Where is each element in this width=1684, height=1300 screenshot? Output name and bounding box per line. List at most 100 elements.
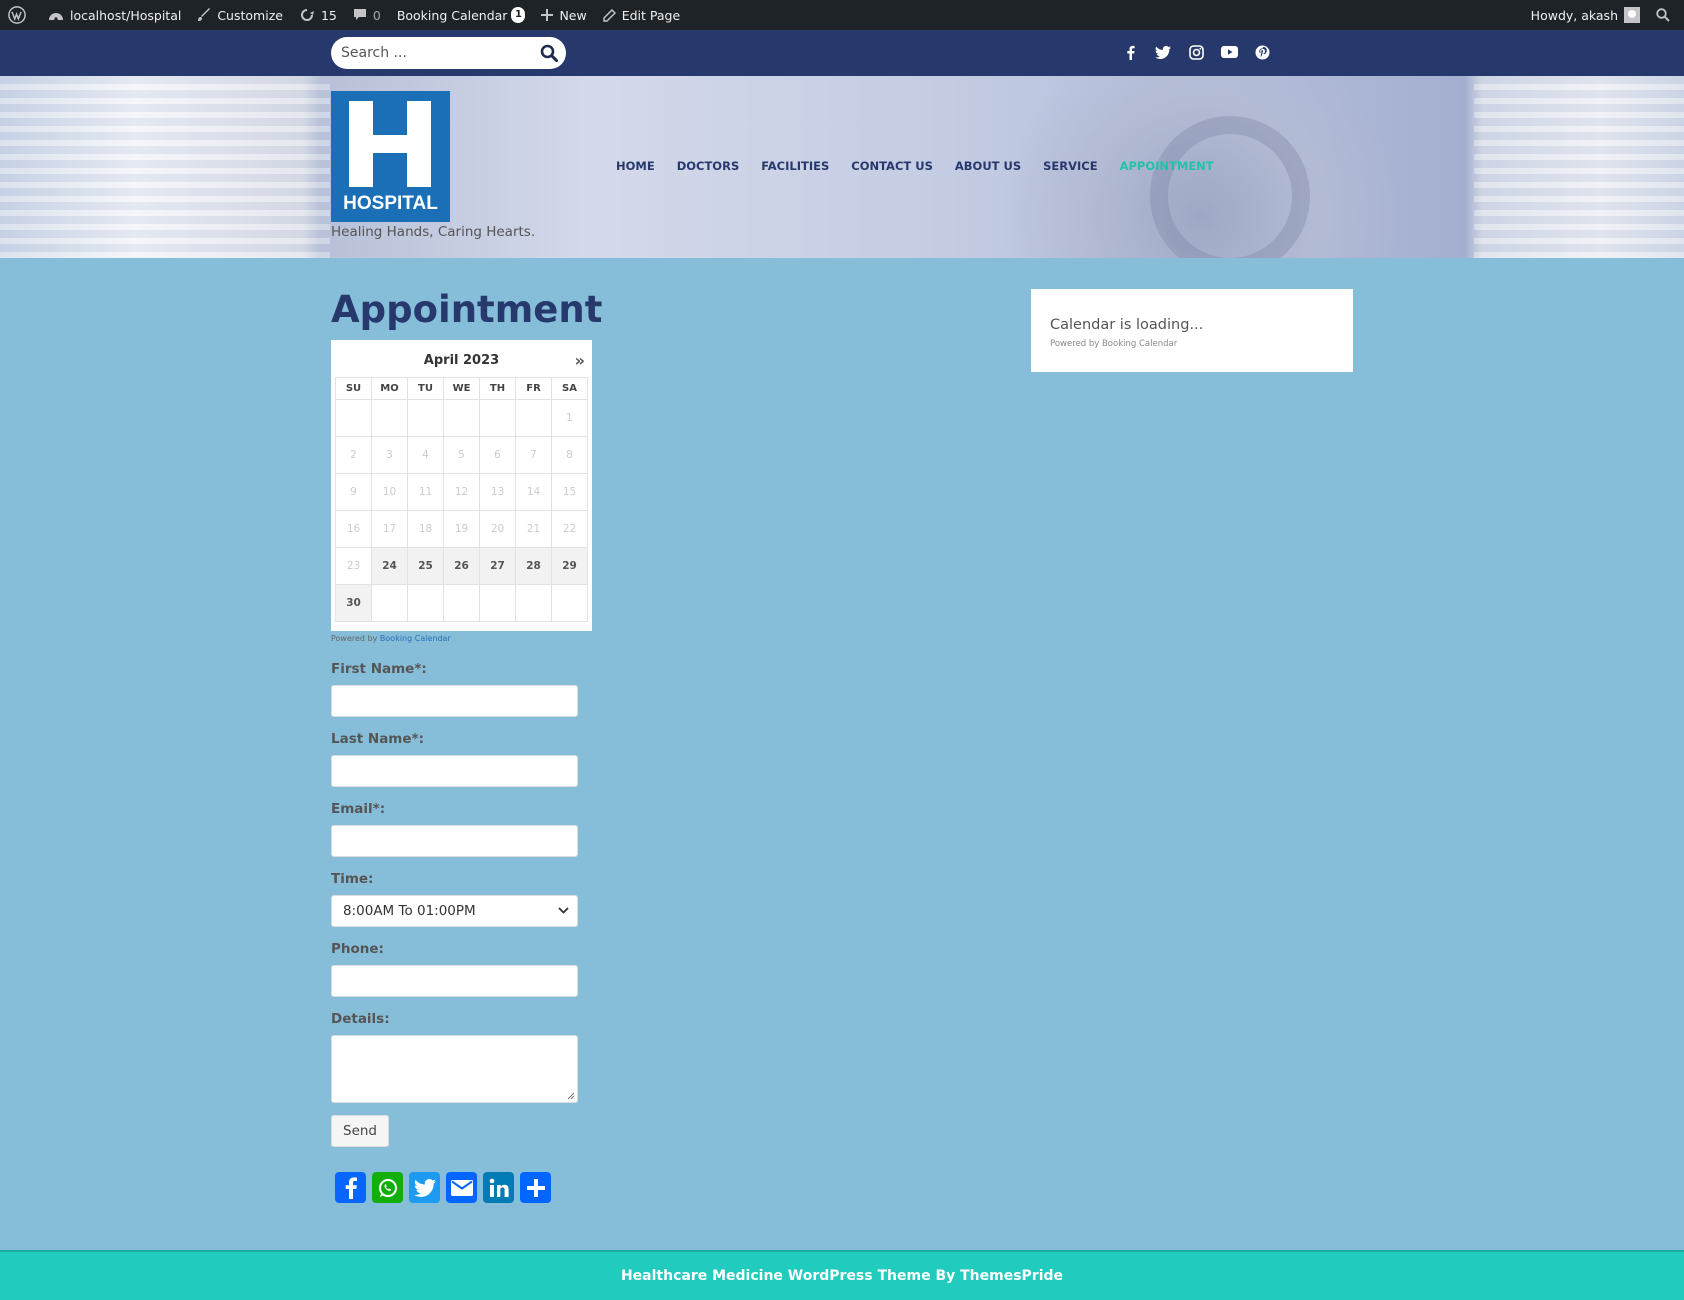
nav-contact-us[interactable]: CONTACT US xyxy=(851,159,933,173)
top-bar xyxy=(0,30,1684,76)
weekday-sa: SA xyxy=(552,378,588,400)
edit-page-label: Edit Page xyxy=(621,7,681,23)
calendar-day-30[interactable]: 30 xyxy=(336,585,372,622)
email-field[interactable] xyxy=(331,825,578,857)
site-footer: Healthcare Medicine WordPress Theme By T… xyxy=(0,1250,1684,1300)
instagram-icon[interactable] xyxy=(1186,42,1206,62)
calendar-day-26[interactable]: 26 xyxy=(444,548,480,585)
calendar-empty-cell xyxy=(516,400,552,437)
site-name-link[interactable]: localhost/Hospital xyxy=(40,0,189,30)
time-select-value: 8:00AM To 01:00PM xyxy=(343,903,476,919)
search-button[interactable] xyxy=(538,42,560,64)
calendar-day-18: 18 xyxy=(408,511,444,548)
site-logo[interactable]: HOSPITAL xyxy=(331,91,450,222)
nav-doctors[interactable]: DOCTORS xyxy=(677,159,740,173)
weekday-fr: FR xyxy=(516,378,552,400)
linkedin-share-icon[interactable] xyxy=(483,1172,514,1203)
calendar-day-25[interactable]: 25 xyxy=(408,548,444,585)
facebook-icon[interactable] xyxy=(1120,42,1140,62)
calendar-empty-cell xyxy=(372,585,408,622)
nav-home[interactable]: HOME xyxy=(616,159,655,173)
facebook-share-icon[interactable] xyxy=(335,1172,366,1203)
twitter-share-icon[interactable] xyxy=(409,1172,440,1203)
brush-icon xyxy=(198,8,211,21)
calendar-day-15: 15 xyxy=(552,474,588,511)
sidebar-powered-by: Powered by Booking Calendar xyxy=(1050,339,1178,349)
footer-credit[interactable]: Healthcare Medicine WordPress Theme By T… xyxy=(621,1268,1063,1284)
details-label: Details: xyxy=(331,1011,390,1027)
details-textarea[interactable] xyxy=(331,1035,578,1103)
calendar-day-28[interactable]: 28 xyxy=(516,548,552,585)
calendar-empty-cell xyxy=(408,585,444,622)
nav-service[interactable]: SERVICE xyxy=(1043,159,1097,173)
last-name-field[interactable] xyxy=(331,755,578,787)
calendar-empty-cell xyxy=(336,400,372,437)
weekday-th: TH xyxy=(480,378,516,400)
wordpress-icon xyxy=(8,6,26,24)
new-content-link[interactable]: New xyxy=(533,0,594,30)
share-buttons xyxy=(335,1172,551,1203)
booking-form: First Name*: Last Name*: Email*: Time: 8… xyxy=(331,660,578,1147)
calendar-day-27[interactable]: 27 xyxy=(480,548,516,585)
calendar-grid: SU MO TU WE TH FR SA 1 2 3 4 5 6 7 8 9 10 11 12 13 14 15 16 17 1… xyxy=(335,377,589,622)
site-tagline: Healing Hands, Caring Hearts. xyxy=(331,224,536,240)
calendar-empty-cell xyxy=(480,585,516,622)
nav-about-us[interactable]: ABOUT US xyxy=(955,159,1021,173)
share-more-icon[interactable] xyxy=(520,1172,551,1203)
calendar-day-9: 9 xyxy=(336,474,372,511)
customize-label: Customize xyxy=(217,7,283,23)
calendar-empty-cell xyxy=(480,400,516,437)
calendar-day-11: 11 xyxy=(408,474,444,511)
calendar-day-10: 10 xyxy=(372,474,408,511)
nav-facilities[interactable]: FACILITIES xyxy=(761,159,829,173)
calendar-empty-cell xyxy=(552,585,588,622)
email-share-icon[interactable] xyxy=(446,1172,477,1203)
time-label: Time: xyxy=(331,871,374,887)
calendar-day-8: 8 xyxy=(552,437,588,474)
avatar xyxy=(1624,7,1640,23)
customize-link[interactable]: Customize xyxy=(189,0,291,30)
admin-search-button[interactable] xyxy=(1648,0,1684,30)
first-name-field[interactable] xyxy=(331,685,578,717)
nav-appointment[interactable]: APPOINTMENT xyxy=(1120,159,1214,173)
weekday-su: SU xyxy=(336,378,372,400)
pinterest-icon[interactable] xyxy=(1252,42,1272,62)
booking-calendar-link[interactable]: Booking Calendar xyxy=(380,634,451,643)
updates-link[interactable]: 15 xyxy=(291,0,345,30)
calendar-day-24[interactable]: 24 xyxy=(372,548,408,585)
calendar-powered-by: Powered by Booking Calendar xyxy=(331,634,451,643)
my-account-link[interactable]: Howdy, akash xyxy=(1523,0,1648,30)
dashboard-icon xyxy=(49,13,63,21)
time-select[interactable]: 8:00AM To 01:00PM xyxy=(331,895,578,927)
phone-field[interactable] xyxy=(331,965,578,997)
calendar-day-6: 6 xyxy=(480,437,516,474)
calendar-empty-cell xyxy=(516,585,552,622)
booking-calendar: April 2023 » SU MO TU WE TH FR SA 1 2 3 4 5 6 7 8 9 10 11… xyxy=(331,340,592,631)
comments-link[interactable]: 0 xyxy=(345,0,389,30)
booking-calendar-link[interactable]: Booking Calendar 1 xyxy=(389,0,534,30)
comments-count: 0 xyxy=(372,7,381,23)
booking-badge: 1 xyxy=(511,7,526,23)
social-links xyxy=(1120,42,1272,62)
calendar-day-3: 3 xyxy=(372,437,408,474)
resize-grip-icon[interactable] xyxy=(565,1090,575,1100)
youtube-icon[interactable] xyxy=(1219,42,1239,62)
weekday-we: WE xyxy=(444,378,480,400)
weekday-mo: MO xyxy=(372,378,408,400)
calendar-day-14: 14 xyxy=(516,474,552,511)
calendar-month: April 2023 xyxy=(423,353,500,368)
calendar-day-7: 7 xyxy=(516,437,552,474)
calendar-day-21: 21 xyxy=(516,511,552,548)
search-form xyxy=(331,37,566,69)
calendar-day-17: 17 xyxy=(372,511,408,548)
calendar-day-29[interactable]: 29 xyxy=(552,548,588,585)
whatsapp-share-icon[interactable] xyxy=(372,1172,403,1203)
calendar-day-16: 16 xyxy=(336,511,372,548)
logo-text: HOSPITAL xyxy=(343,193,438,214)
send-button[interactable]: Send xyxy=(331,1115,390,1147)
calendar-next-button[interactable]: » xyxy=(575,343,585,379)
wordpress-logo-menu[interactable] xyxy=(0,0,40,30)
twitter-icon[interactable] xyxy=(1153,42,1173,62)
search-input[interactable] xyxy=(341,42,531,64)
edit-page-link[interactable]: Edit Page xyxy=(595,0,688,30)
